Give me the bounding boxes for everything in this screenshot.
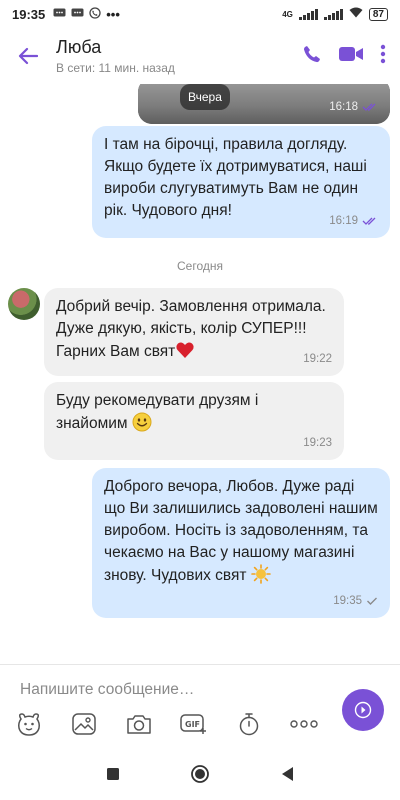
recent-apps-button[interactable] bbox=[106, 767, 120, 786]
timer-button[interactable] bbox=[234, 709, 264, 739]
message-time: 16:19 bbox=[329, 215, 358, 227]
last-seen-status: В сети: 11 мин. назад bbox=[56, 61, 175, 75]
date-chip: Вчера bbox=[180, 84, 230, 110]
message-meta: 16:18 bbox=[329, 96, 378, 118]
svg-text:GIF: GIF bbox=[185, 720, 200, 729]
send-button[interactable] bbox=[342, 689, 384, 731]
message-icon bbox=[53, 7, 66, 22]
message-text: Буду рекомедувати друзям і знайомим bbox=[56, 390, 332, 435]
message-time: 16:18 bbox=[329, 101, 358, 113]
message-text-content: Доброго вечора, Любов. Дуже раді що Ви з… bbox=[104, 478, 378, 584]
home-circle-icon bbox=[191, 764, 209, 783]
timer-icon bbox=[239, 713, 259, 736]
notification-icons: ••• bbox=[53, 7, 120, 22]
back-button[interactable] bbox=[0, 28, 56, 84]
menu-button[interactable] bbox=[380, 44, 386, 69]
triangle-back-icon bbox=[282, 766, 293, 781]
sun-emoji-icon bbox=[250, 564, 271, 584]
gif-icon: GIF bbox=[180, 714, 206, 734]
gallery-button[interactable] bbox=[69, 709, 99, 739]
back-nav-button[interactable] bbox=[280, 766, 294, 787]
square-icon bbox=[107, 767, 119, 780]
sticker-button[interactable] bbox=[14, 709, 44, 739]
message-text-content: Буду рекомедувати друзям і знайомим bbox=[56, 392, 259, 432]
message-text: Добрий вечір. Замовлення отримала. Дуже … bbox=[56, 296, 332, 363]
message-meta: 19:35 bbox=[333, 590, 378, 612]
message-time: 19:23 bbox=[303, 437, 332, 449]
phone-icon bbox=[303, 45, 320, 62]
message-meta: 19:23 bbox=[303, 432, 332, 454]
message-list[interactable]: Вчера 16:18 І там на бірочці, правила до… bbox=[0, 84, 400, 664]
system-navigation-bar bbox=[0, 752, 400, 800]
viber-icon bbox=[89, 6, 101, 22]
sticker-icon bbox=[18, 713, 40, 736]
message-icon bbox=[71, 7, 84, 22]
read-ticks-icon bbox=[362, 103, 376, 111]
battery-icon: 87 bbox=[368, 7, 388, 21]
kebab-menu-icon bbox=[380, 44, 386, 63]
outgoing-message[interactable]: І там на бірочці, правила догляду. Якщо … bbox=[92, 126, 390, 238]
more-notifications-icon: ••• bbox=[106, 6, 120, 22]
composer-toolbar: GIF bbox=[14, 709, 319, 739]
contact-info[interactable]: Люба В сети: 11 мин. назад bbox=[56, 37, 175, 75]
message-text: І там на бірочці, правила догляду. Якщо … bbox=[104, 136, 367, 219]
more-options-button[interactable] bbox=[289, 709, 319, 739]
send-arrow-icon bbox=[354, 701, 372, 719]
message-meta: 16:19 bbox=[329, 210, 378, 232]
call-button[interactable] bbox=[302, 44, 322, 69]
image-message[interactable]: Вчера 16:18 bbox=[138, 84, 390, 124]
gif-button[interactable]: GIF bbox=[179, 709, 209, 739]
date-separator: Сегодня bbox=[177, 259, 223, 273]
message-time: 19:22 bbox=[303, 353, 332, 365]
gallery-icon bbox=[72, 713, 96, 735]
wifi-icon bbox=[349, 7, 363, 21]
home-button[interactable] bbox=[190, 764, 210, 789]
more-icon bbox=[290, 720, 318, 728]
arrow-left-icon bbox=[18, 47, 38, 65]
red-heart-emoji-icon bbox=[176, 342, 194, 358]
outgoing-message[interactable]: Доброго вечора, Любов. Дуже раді що Ви з… bbox=[92, 468, 390, 618]
smiling-face-emoji-icon bbox=[132, 412, 152, 432]
status-bar: 19:35 ••• 4G 87 bbox=[0, 0, 400, 28]
network-label: 4G bbox=[282, 9, 293, 19]
read-ticks-icon bbox=[362, 217, 376, 225]
message-meta: 19:22 bbox=[303, 348, 332, 370]
system-icons: 4G 87 bbox=[282, 7, 388, 21]
status-time: 19:35 bbox=[12, 6, 46, 22]
header-actions bbox=[302, 44, 400, 69]
contact-avatar[interactable] bbox=[8, 288, 40, 320]
delivered-tick-icon bbox=[367, 597, 377, 605]
chat-header: Люба В сети: 11 мин. назад bbox=[0, 28, 400, 84]
signal-icon-2 bbox=[323, 8, 343, 20]
signal-icon bbox=[298, 8, 318, 20]
incoming-message[interactable]: Буду рекомедувати друзям і знайомим 19:2… bbox=[44, 382, 344, 460]
video-call-button[interactable] bbox=[338, 45, 364, 68]
camera-button[interactable] bbox=[124, 709, 154, 739]
video-camera-icon bbox=[339, 46, 363, 61]
camera-icon bbox=[127, 715, 151, 734]
message-time: 19:35 bbox=[333, 595, 362, 607]
message-input[interactable]: Напишите сообщение… bbox=[20, 681, 194, 699]
contact-name: Люба bbox=[56, 37, 102, 57]
incoming-message[interactable]: Добрий вечір. Замовлення отримала. Дуже … bbox=[44, 288, 344, 376]
message-text: Доброго вечора, Любов. Дуже раді що Ви з… bbox=[104, 476, 378, 587]
message-composer: Напишите сообщение… GIF bbox=[0, 664, 400, 752]
